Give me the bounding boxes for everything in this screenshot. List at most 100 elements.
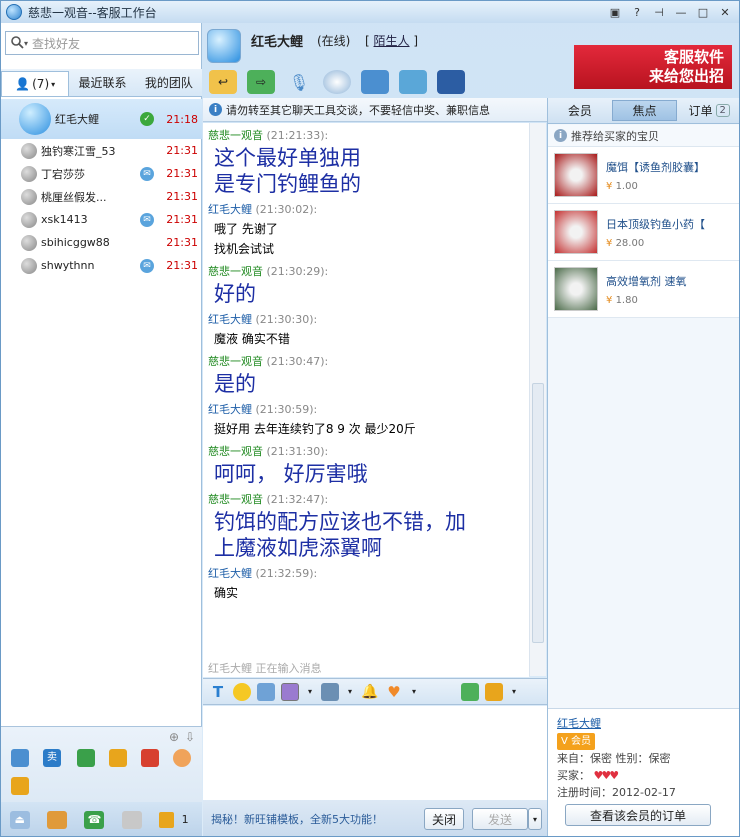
add-icon[interactable]: ⊕ — [169, 730, 179, 744]
export-icon[interactable] — [77, 749, 95, 767]
sender-name[interactable]: 红毛大鲤 — [208, 203, 252, 216]
product-name[interactable]: 魔饵【诱鱼剂胶囊】 — [606, 159, 730, 175]
tab-friends[interactable]: 👤 (7) ▾ — [1, 71, 70, 96]
chat-scrollbar[interactable] — [529, 123, 546, 676]
avatar[interactable] — [207, 29, 241, 63]
contact-name: xsk1413 — [41, 213, 88, 226]
tab-team[interactable]: 我的团队 — [136, 69, 202, 96]
contact-time: 21:31 — [166, 213, 198, 226]
message-text: 是的 — [214, 372, 256, 396]
contact-item[interactable]: 桃厘丝假发... 21:31 — [1, 185, 202, 208]
gift-icon[interactable] — [173, 749, 191, 767]
send-options-button[interactable]: ▾ — [528, 808, 542, 830]
chevron-down-icon[interactable]: ▾ — [509, 683, 519, 701]
chat-message: 红毛大鲤 (21:32:59): 确实 — [208, 565, 529, 603]
chat-record-icon[interactable] — [461, 682, 479, 701]
contact-item[interactable]: 红毛大鲤 ✓ 21:18 — [1, 99, 202, 139]
title-bar: 慈悲一观音--客服工作台 ▣ ? ⊣ — □ ✕ — [1, 1, 739, 23]
eject-icon[interactable]: ⏏ — [9, 810, 30, 829]
bell-icon[interactable]: 🔔 — [361, 683, 379, 701]
contact-item[interactable]: shwythnn ✉ 21:31 — [1, 254, 202, 277]
tab-orders[interactable]: 订单 2 — [677, 98, 739, 123]
shop-icon[interactable] — [141, 749, 159, 767]
close-icon[interactable]: ✕ — [715, 4, 735, 20]
product-name[interactable]: 高效增氧剂 速氧 — [606, 273, 730, 289]
relation-link[interactable]: 陌生人 — [374, 34, 410, 48]
sender-name[interactable]: 红毛大鲤 — [208, 313, 252, 326]
contact-item[interactable]: sbihicggw88 21:31 — [1, 231, 202, 254]
sender-name[interactable]: 慈悲一观音 — [208, 445, 263, 458]
send-button[interactable]: 发送 — [472, 808, 528, 830]
product-thumbnail[interactable] — [554, 153, 598, 197]
message-input[interactable] — [203, 706, 547, 800]
box-icon[interactable] — [47, 810, 68, 829]
message-box-icon[interactable]: 1 — [159, 811, 193, 829]
monitor-icon[interactable]: ▣ — [605, 4, 625, 20]
user-manage-icon[interactable] — [11, 749, 29, 767]
scroll-thumb[interactable] — [532, 383, 544, 643]
quick-phrase-icon[interactable] — [321, 682, 339, 701]
police-icon[interactable] — [437, 70, 465, 94]
pin-icon[interactable]: ⊣ — [649, 4, 669, 20]
send-file-icon[interactable]: ⇨ — [247, 70, 275, 94]
contact-item[interactable]: 独钓寒江雪_53 21:31 — [1, 139, 202, 162]
contact-item[interactable]: 丁宕莎莎 ✉ 21:31 — [1, 162, 202, 185]
chat-message: 红毛大鲤 (21:30:02): 哦了 先谢了 找机会试试 — [208, 201, 529, 259]
video-icon[interactable] — [323, 70, 351, 94]
ad-banner[interactable]: 客服软件 来给您出招 — [574, 45, 732, 89]
share-icon[interactable] — [399, 70, 427, 94]
font-icon[interactable]: T — [209, 683, 227, 701]
tab-recent[interactable]: 最近联系 — [69, 69, 135, 96]
message-text: 哦了 先谢了 — [214, 222, 278, 236]
heart-icon[interactable]: ♥ — [385, 683, 403, 701]
tab-member[interactable]: 会员 — [548, 98, 612, 123]
sender-name[interactable]: 慈悲一观音 — [208, 355, 263, 368]
product-name[interactable]: 日本顶级钓鱼小药【 — [606, 216, 730, 232]
help-icon[interactable]: ? — [627, 4, 647, 20]
tool-icon[interactable] — [121, 810, 142, 829]
promo-link[interactable]: 揭秘！新旺铺模板，全新5大功能！ — [211, 811, 383, 827]
mail-icon: ✉ — [140, 212, 154, 227]
sender-name[interactable]: 慈悲一观音 — [208, 265, 263, 278]
left-bottom-bar: ⏏ ☎ 1 — [1, 802, 202, 836]
add-contact-icon[interactable] — [361, 70, 389, 94]
mail-icon: ✉ — [140, 258, 154, 273]
product-thumbnail[interactable] — [554, 210, 598, 254]
screenshot-icon[interactable] — [281, 682, 299, 701]
search-box[interactable]: ▾ 查找好友 — [5, 31, 199, 55]
view-orders-button[interactable]: 查看该会员的订单 — [565, 804, 711, 826]
phone-icon[interactable]: ☎ — [84, 810, 105, 829]
tab-focus[interactable]: 焦点 — [611, 100, 678, 121]
product-item[interactable]: 日本顶级钓鱼小药【 ¥ 28.00 — [548, 204, 739, 261]
package-icon[interactable] — [109, 749, 127, 767]
sender-name[interactable]: 红毛大鲤 — [208, 567, 252, 580]
product-thumbnail[interactable] — [554, 267, 598, 311]
voice-icon[interactable]: 🎙 — [285, 70, 313, 94]
search-input[interactable]: 查找好友 — [32, 35, 80, 52]
close-button[interactable]: 关闭 — [424, 808, 464, 830]
chevron-down-icon[interactable]: ▾ — [345, 683, 355, 701]
chevron-down-icon[interactable]: ▾ — [409, 683, 419, 701]
chat-toolbar: ↩ ⇨ 🎙 — [203, 67, 547, 97]
sender-name[interactable]: 红毛大鲤 — [208, 403, 252, 416]
contact-name: shwythnn — [41, 259, 95, 272]
image-icon[interactable] — [257, 682, 275, 701]
alipay-icon[interactable] — [11, 777, 29, 795]
settings-icon[interactable] — [485, 682, 503, 701]
contact-item[interactable]: xsk1413 ✉ 21:31 — [1, 208, 202, 231]
message-header: 慈悲一观音 (21:21:33): — [208, 127, 529, 145]
download-icon[interactable]: ⇩ — [185, 730, 195, 744]
sender-name[interactable]: 慈悲一观音 — [208, 129, 263, 142]
chevron-down-icon[interactable]: ▾ — [305, 683, 315, 701]
product-item[interactable]: 魔饵【诱鱼剂胶囊】 ¥ 1.00 — [548, 147, 739, 204]
member-name-link[interactable]: 红毛大鲤 — [557, 717, 601, 730]
emoji-icon[interactable] — [233, 682, 251, 701]
sell-icon[interactable]: 卖 — [43, 749, 61, 767]
product-item[interactable]: 高效增氧剂 速氧 ¥ 1.80 — [548, 261, 739, 318]
transfer-icon[interactable]: ↩ — [209, 70, 237, 94]
maximize-icon[interactable]: □ — [693, 4, 713, 20]
mail-icon: ✉ — [140, 166, 154, 181]
minimize-icon[interactable]: — — [671, 4, 691, 20]
contact-time: 21:31 — [166, 259, 198, 272]
sender-name[interactable]: 慈悲一观音 — [208, 493, 263, 506]
